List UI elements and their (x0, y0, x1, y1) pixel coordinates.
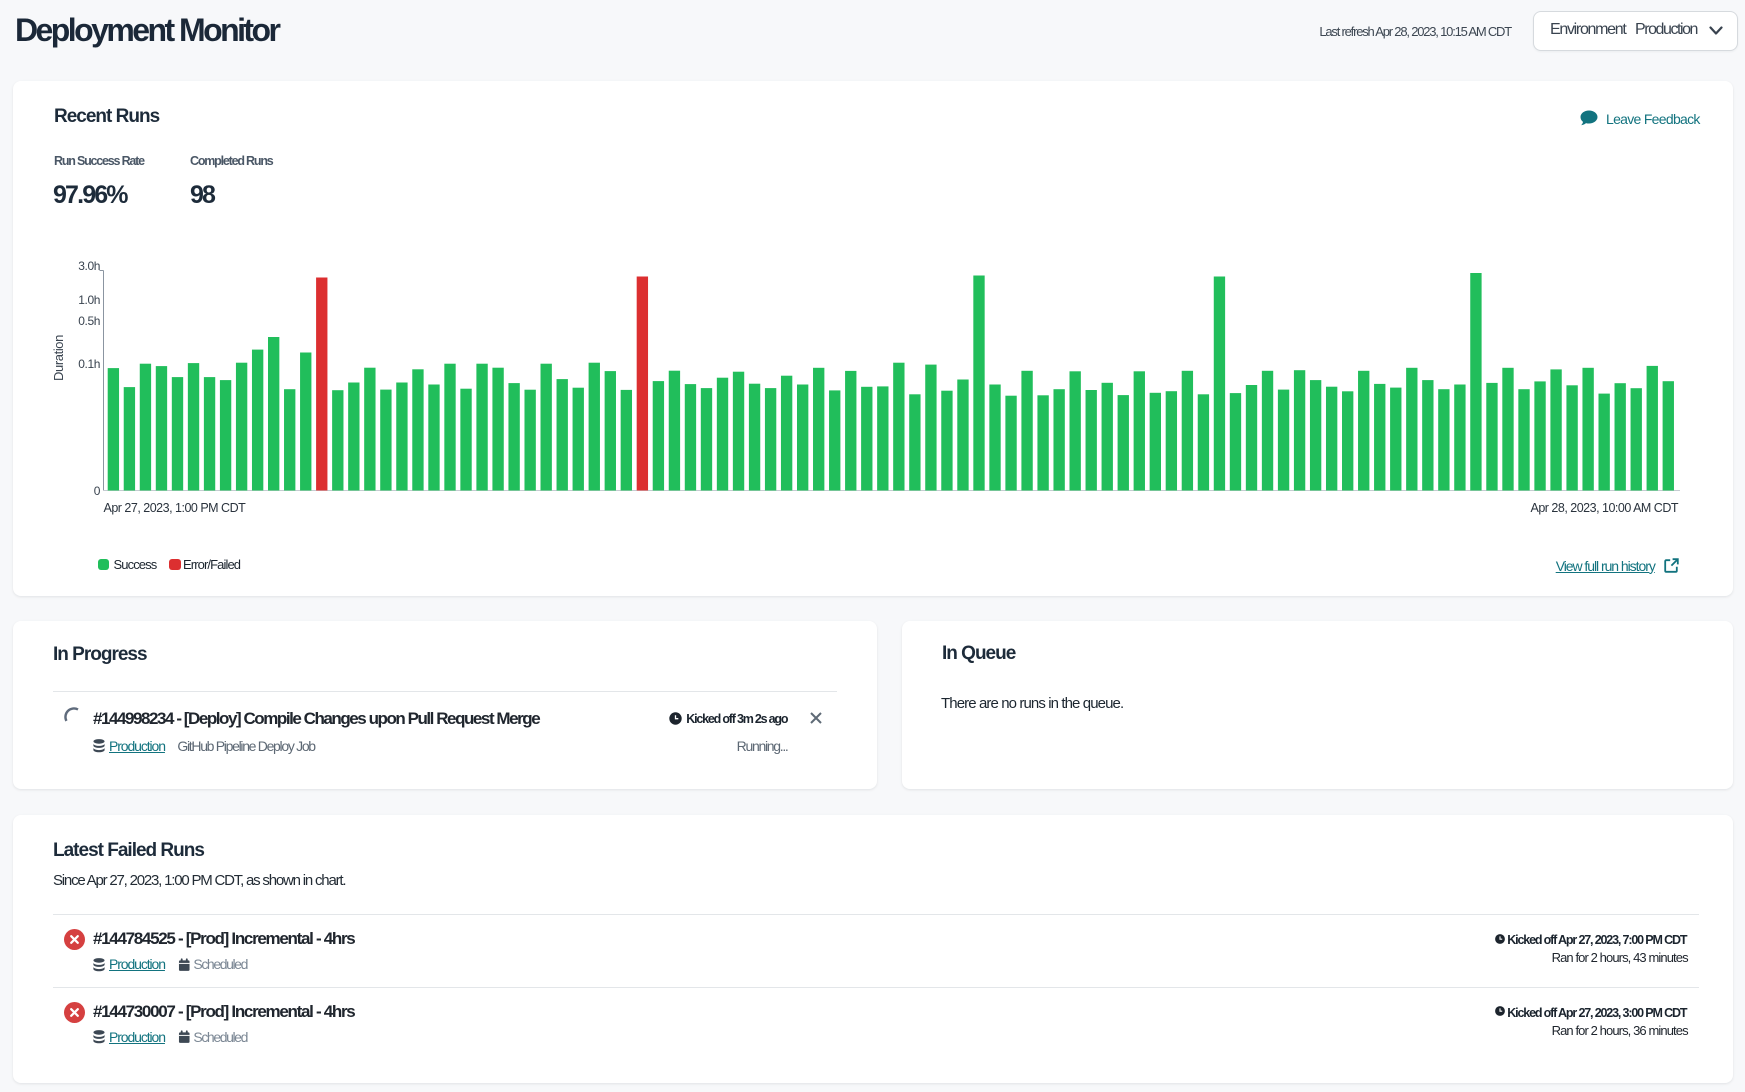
svg-text:0.5h: 0.5h (78, 314, 100, 328)
svg-text:1.0h: 1.0h (78, 293, 100, 307)
svg-text:0: 0 (94, 484, 101, 498)
svg-text:Apr 27, 2023, 1:00 PM CDT: Apr 27, 2023, 1:00 PM CDT (104, 501, 247, 515)
svg-text:0.1h: 0.1h (78, 357, 100, 371)
svg-text:Duration: Duration (51, 335, 66, 381)
svg-text:3.0h: 3.0h (78, 259, 100, 273)
svg-text:Apr 28, 2023, 10:00 AM CDT: Apr 28, 2023, 10:00 AM CDT (1530, 501, 1678, 515)
